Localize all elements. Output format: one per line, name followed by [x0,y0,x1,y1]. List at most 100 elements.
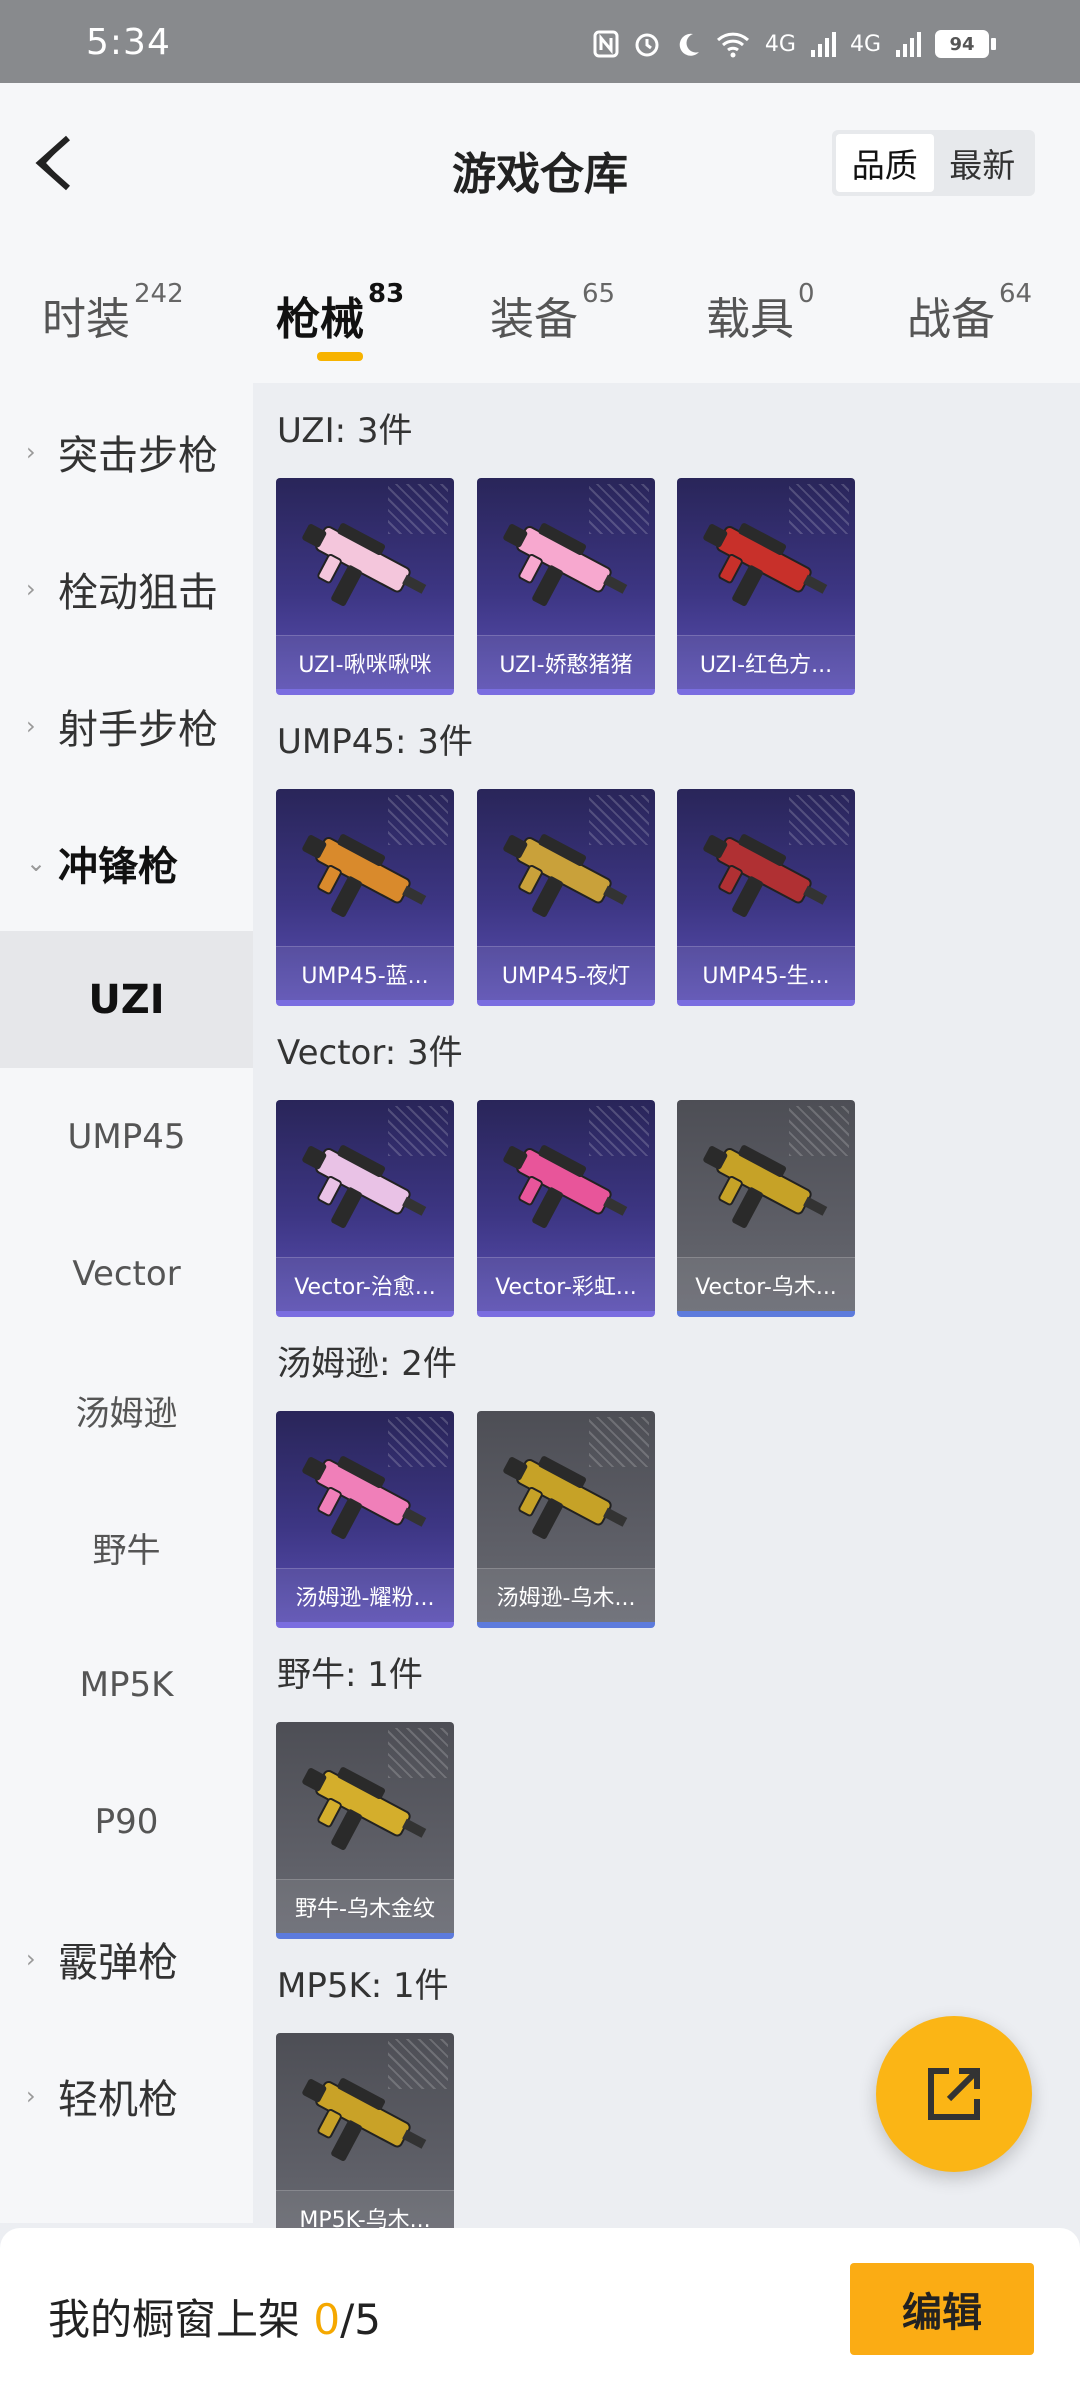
weapon-skin-image [503,523,628,607]
do-not-disturb-moon-icon [679,33,699,56]
weapon-card[interactable]: 汤姆逊-耀粉... [276,1411,454,1628]
tab-count: 0 [798,279,815,309]
weapon-card-name: 汤姆逊-乌木... [477,1568,655,1622]
weapon-card[interactable]: Vector-乌木... [677,1100,855,1317]
weapon-skin-image [302,1145,427,1229]
weapon-card-name: UMP45-夜灯 [477,946,655,1000]
status-icons: 4G 4G 94 [593,30,996,58]
signal-icon-2 [896,32,921,57]
wifi-icon [716,32,749,58]
showcase-label-text: 我的橱窗上架 [48,2295,314,2344]
sidebar-group-label: 冲锋枪 [58,843,178,890]
weapon-card-name: Vector-治愈... [276,1257,454,1311]
sidebar-group-label: 突击步枪 [58,432,218,479]
showcase-max: /5 [340,2295,381,2344]
sort-option-quality[interactable]: 品质 [836,134,934,192]
tab-equipment[interactable]: 装备 65 [490,279,615,347]
weapon-card-name: 野牛-乌木金纹 [276,1879,454,1933]
weapon-card[interactable]: UZI-啾咪啾咪 [276,478,454,695]
chevron-right-icon: › [26,711,36,740]
section-title: UZI: 3件 [277,411,413,451]
sidebar-item-bizon[interactable]: 野牛 [0,1479,253,1616]
battery-indicator: 94 [935,30,996,58]
tab-firearms[interactable]: 枪械 83 [276,279,404,347]
weapon-skin-image [503,1456,628,1540]
battery-level: 94 [935,30,989,58]
sidebar-group-label: 轻机枪 [58,2076,178,2123]
weapon-skin-image [302,2078,427,2162]
sidebar-item-thompson[interactable]: 汤姆逊 [0,1342,253,1479]
sidebar-item-uzi[interactable]: UZI [0,931,253,1068]
chevron-right-icon: › [26,437,36,466]
sidebar-item-mp5k[interactable]: MP5K [0,1616,253,1753]
showcase-count: 0 [313,2295,341,2344]
weapon-card[interactable]: UMP45-夜灯 [477,789,655,1006]
tab-count: 242 [134,279,184,309]
weapon-card[interactable]: Vector-彩虹... [477,1100,655,1317]
sidebar-group-smg[interactable]: ⌄ 冲锋枪 [0,794,253,931]
weapon-card[interactable]: Vector-治愈... [276,1100,454,1317]
sort-option-latest[interactable]: 最新 [934,134,1032,192]
section-title: MP5K: 1件 [277,1966,449,2006]
tab-supplies[interactable]: 战备 64 [907,279,1032,347]
weapon-grid: UZI: 3件 UZI-啾咪啾咪 UZI-娇憨猪猪 UZI-红色方... UMP45: … [253,383,1080,2228]
weapon-card-name: UMP45-生... [677,946,855,1000]
tab-label: 时装 [42,294,130,345]
sidebar-item-ump45[interactable]: UMP45 [0,1068,253,1205]
section-title: Vector: 3件 [277,1033,463,1073]
sidebar-group-label: 霰弹枪 [58,1939,178,1986]
weapon-card-name: Vector-彩虹... [477,1257,655,1311]
chevron-right-icon: › [26,2081,36,2110]
section-title: 野牛: 1件 [277,1655,423,1695]
weapon-card[interactable]: UZI-娇憨猪猪 [477,478,655,695]
showcase-label: 我的橱窗上架 0/5 [48,2286,381,2347]
sidebar-group-assault-rifle[interactable]: › 突击步枪 [0,383,253,520]
weapon-skin-image [302,834,427,918]
tab-count: 64 [999,279,1033,309]
status-time: 5:34 [86,22,171,63]
sidebar-group-bolt-sniper[interactable]: › 栓动狙击 [0,520,253,657]
weapon-skin-image [302,1456,427,1540]
weapon-skin-image [302,1767,427,1851]
tab-fashion[interactable]: 时装 242 [42,279,184,347]
sidebar-group-lmg[interactable]: › 轻机枪 [0,2027,253,2164]
chevron-right-icon: › [26,574,36,603]
section-title: 汤姆逊: 2件 [277,1344,457,1384]
category-tabs: 时装 242 枪械 83 装备 65 载具 0 战备 64 [0,243,1080,383]
edit-button[interactable]: 编辑 [850,2263,1034,2355]
weapon-card-name: UZI-娇憨猪猪 [477,635,655,689]
alarm-icon [635,33,659,57]
weapon-skin-image [703,523,828,607]
weapon-card-name: 汤姆逊-耀粉... [276,1568,454,1622]
battery-cap [991,38,996,50]
weapon-card-name: UZI-红色方... [677,635,855,689]
weapon-card[interactable]: 汤姆逊-乌木... [477,1411,655,1628]
sidebar-item-p90[interactable]: P90 [0,1753,253,1890]
weapon-card-name: MP5K-乌木... [276,2190,454,2228]
sidebar-item-vector[interactable]: Vector [0,1205,253,1342]
weapon-card[interactable]: UMP45-生... [677,789,855,1006]
network-type-label: 4G [764,31,796,57]
tab-label: 战备 [907,294,995,345]
chevron-down-icon: ⌄ [26,848,47,877]
share-fab-button[interactable] [876,2016,1032,2172]
tab-vehicles[interactable]: 载具 0 [706,279,815,347]
weapon-skin-image [302,523,427,607]
weapon-card[interactable]: UMP45-蓝... [276,789,454,1006]
weapon-skin-image [703,1145,828,1229]
section-title: UMP45: 3件 [277,722,473,762]
tab-label: 载具 [706,294,794,345]
sidebar-group-marksman-rifle[interactable]: › 射手步枪 [0,657,253,794]
weapon-card[interactable]: UZI-红色方... [677,478,855,695]
sidebar-group-label: 射手步枪 [58,706,218,753]
sidebar-group-shotgun[interactable]: › 霰弹枪 [0,1890,253,2027]
weapon-card[interactable]: 野牛-乌木金纹 [276,1722,454,1939]
nfc-icon [593,30,619,58]
share-external-icon [928,2068,980,2120]
weapon-type-sidebar: › 突击步枪 › 栓动狙击 › 射手步枪 ⌄ 冲锋枪 UZI UMP45 Vector … [0,383,253,2223]
app-root: 5:34 4G 4G 94 游戏仓库 品质 最新 时装 242 枪械 83 装备… [0,0,1080,2390]
page-header: 游戏仓库 品质 最新 [0,83,1080,243]
weapon-card-name: UZI-啾咪啾咪 [276,635,454,689]
weapon-card[interactable]: MP5K-乌木... [276,2033,454,2228]
chevron-right-icon: › [26,1944,36,1973]
